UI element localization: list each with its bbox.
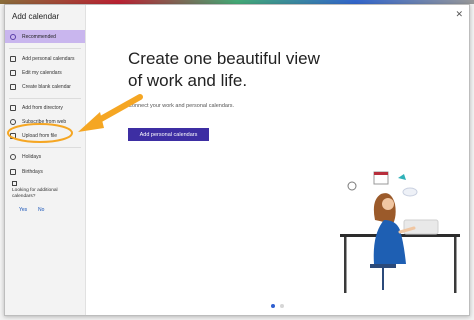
bird-icon [398, 174, 406, 180]
calendar-edit-icon [10, 69, 16, 76]
dress [373, 220, 406, 264]
sidebar-item-upload-from-file[interactable]: Upload from file [5, 129, 85, 142]
laptop [403, 219, 439, 235]
globe-icon [10, 118, 16, 125]
sidebar-item-label: Add from directory [22, 104, 63, 111]
holiday-icon [10, 153, 16, 160]
sidebar-item-label: Holidays [22, 153, 42, 160]
sidebar-item-add-personal[interactable]: Add personal calendars [5, 52, 85, 65]
feedback-icon [12, 181, 17, 186]
sidebar-item-holidays[interactable]: Holidays [5, 150, 85, 163]
stethoscope-icon [347, 181, 357, 191]
page-headline: Create one beautiful view of work and li… [128, 49, 320, 90]
sidebar-item-recommended[interactable]: Recommended [5, 30, 85, 43]
calendar-icon [10, 83, 16, 90]
directory-icon [10, 104, 16, 111]
feedback-question: Looking for additional calendars? [12, 188, 58, 199]
dialog-title: Add calendar [12, 12, 60, 21]
add-personal-calendars-button[interactable]: Add personal calendars [128, 128, 209, 141]
sidebar-item-label: Recommended [22, 33, 56, 40]
lightbulb-icon [10, 33, 16, 40]
page-subline: Connect your work and personal calendars… [128, 103, 235, 109]
desk-leg [344, 237, 347, 293]
chat-bubble-icon [402, 187, 418, 197]
sidebar-item-edit-my[interactable]: Edit my calendars [5, 66, 85, 79]
feedback-no-link[interactable]: No [38, 207, 44, 213]
pager-dot[interactable] [271, 304, 275, 308]
calendar-add-icon [10, 55, 16, 62]
screen: Add calendar Recommended Add personal ca… [0, 0, 474, 320]
chair-leg [382, 268, 384, 290]
sidebar-item-label: Edit my calendars [22, 69, 62, 76]
sidebar: Add calendar Recommended Add personal ca… [5, 5, 86, 315]
woman-at-desk-illustration [340, 171, 460, 293]
desk-leg [454, 237, 457, 293]
pager-dot[interactable] [280, 304, 284, 308]
divider [9, 98, 81, 99]
sidebar-item-create-blank[interactable]: Create blank calendar [5, 80, 85, 93]
face [382, 198, 394, 210]
sidebar-item-label: Subscribe from web [22, 118, 67, 125]
sidebar-item-label: Birthdays [22, 168, 43, 175]
chair-seat [370, 264, 396, 268]
upload-icon [10, 132, 16, 139]
sidebar-item-label: Add personal calendars [22, 55, 75, 62]
divider [9, 48, 81, 49]
sidebar-item-label: Upload from file [22, 132, 58, 139]
sidebar-item-subscribe-from-web[interactable]: Subscribe from web [5, 115, 85, 128]
sidebar-item-label: Create blank calendar [22, 83, 71, 90]
divider [9, 147, 81, 148]
close-icon[interactable]: ✕ [455, 9, 463, 20]
feedback-yes-link[interactable]: Yes [19, 207, 27, 213]
sidebar-item-add-from-directory[interactable]: Add from directory [5, 101, 85, 114]
birthday-icon [10, 168, 16, 175]
sidebar-item-birthdays[interactable]: Birthdays [5, 165, 85, 178]
calendar-header [374, 172, 388, 175]
pager [271, 304, 284, 308]
